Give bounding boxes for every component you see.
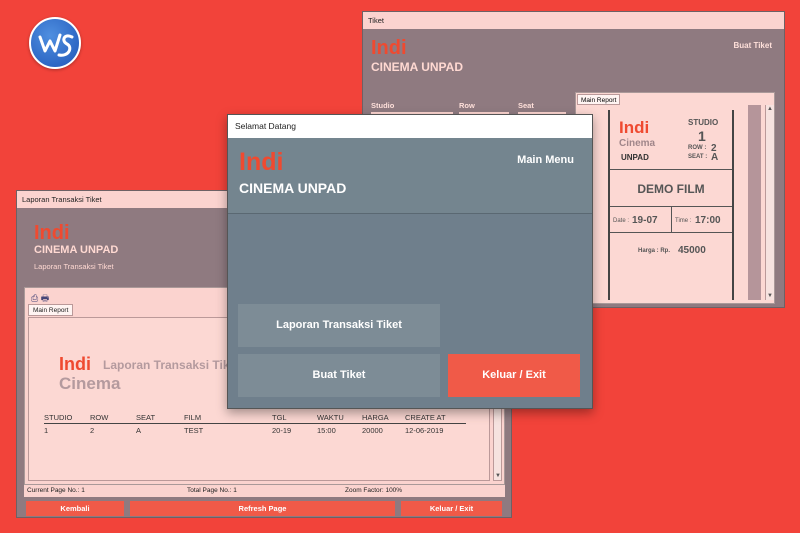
ticket-side-margin xyxy=(748,105,761,300)
ticket-divider xyxy=(610,232,732,233)
export-icon[interactable]: ⎙ xyxy=(31,293,38,303)
ticket-price-label: Harga : Rp. xyxy=(638,248,671,254)
tiket-titlebar: Tiket xyxy=(363,12,784,29)
current-page: Current Page No.: 1 xyxy=(27,487,85,494)
main-menu-label: Main Menu xyxy=(517,154,574,166)
exit-button[interactable]: Keluar / Exit xyxy=(448,354,580,397)
cell: TEST xyxy=(184,426,204,435)
buat-tiket-label: Buat Tiket xyxy=(733,41,772,50)
ticket-divider xyxy=(610,169,732,170)
ticket-studio-label: STUDIO xyxy=(688,118,719,127)
tiket-subtitle: CINEMA UNPAD xyxy=(371,60,463,74)
print-icon[interactable]: 🖶 xyxy=(41,293,50,303)
col-film: FILM xyxy=(184,413,202,422)
col-waktu: WAKTU xyxy=(317,413,344,422)
scroll-down-icon[interactable]: ▼ xyxy=(767,293,773,299)
ticket-time: 17:00 xyxy=(695,215,721,226)
cell: A xyxy=(136,426,142,435)
report-title: Laporan Transaksi Tiket xyxy=(103,358,241,372)
main-header: Indi CINEMA UNPAD Main Menu xyxy=(228,138,592,214)
tiket-brand: Indi xyxy=(371,37,407,59)
table-row: 1 2 A TEST 20-19 15:00 20000 12-06-2019 xyxy=(44,424,466,437)
ticket-time-label: Time : xyxy=(675,218,692,224)
seat-label: Seat xyxy=(518,101,534,110)
col-tgl: TGL xyxy=(272,413,287,422)
buat-tiket-button[interactable]: Buat Tiket xyxy=(238,354,440,397)
total-page: Total Page No.: 1 xyxy=(187,487,237,494)
main-brand: Indi xyxy=(239,148,284,176)
report-table: STUDIO ROW SEAT FILM TGL WAKTU HARGA CRE… xyxy=(44,411,466,437)
col-row: ROW xyxy=(90,413,109,422)
ticket-date-label: Date : xyxy=(613,218,630,224)
table-header: STUDIO ROW SEAT FILM TGL WAKTU HARGA CRE… xyxy=(44,411,466,424)
cell: 15:00 xyxy=(317,426,336,435)
col-harga: HARGA xyxy=(362,413,389,422)
ticket-seat: A xyxy=(711,152,719,163)
main-titlebar: Selamat Datang xyxy=(228,115,592,138)
ticket-viewer: Main Report Indi Cinema UNPAD STUDIO 1 R… xyxy=(575,92,775,304)
cell: 12-06-2019 xyxy=(405,426,444,435)
cell: 1 xyxy=(44,426,49,435)
kembali-button[interactable]: Kembali xyxy=(26,501,124,516)
ticket-cinema: Cinema xyxy=(619,138,656,149)
ticket-seat-label: SEAT : xyxy=(688,154,708,160)
ticket-row-label: ROW : xyxy=(688,145,707,151)
zoom-factor: Zoom Factor: 100% xyxy=(345,487,403,494)
tab-main-report[interactable]: Main Report xyxy=(28,304,74,316)
main-subtitle: CINEMA UNPAD xyxy=(239,180,347,196)
ticket-scrollbar[interactable]: ▲ ▼ xyxy=(765,105,774,300)
tiket-header: Indi CINEMA UNPAD Buat Tiket xyxy=(363,29,784,89)
cell: 2 xyxy=(90,426,95,435)
main-menu-window: Selamat Datang Indi CINEMA UNPAD Main Me… xyxy=(227,114,593,409)
ticket-unpad: UNPAD xyxy=(621,153,649,162)
laporan-brand: Indi xyxy=(34,222,70,244)
ticket-film: DEMO FILM xyxy=(637,182,705,196)
ticket-price: 45000 xyxy=(678,245,706,256)
col-studio: STUDIO xyxy=(44,413,73,422)
report-cinema: Cinema xyxy=(59,374,121,393)
cell: 20-19 xyxy=(272,426,292,435)
ticket-date: 19-07 xyxy=(632,215,658,226)
scroll-up-icon[interactable]: ▲ xyxy=(767,106,773,112)
ticket-preview: Indi Cinema UNPAD STUDIO 1 ROW : 2 SEAT … xyxy=(608,110,734,300)
col-create-at: CREATE AT xyxy=(405,413,446,422)
report-statusbar: Current Page No.: 1 Total Page No.: 1 Zo… xyxy=(24,485,505,497)
laporan-exit-button[interactable]: Keluar / Exit xyxy=(401,501,502,516)
refresh-page-button[interactable]: Refresh Page xyxy=(130,501,395,516)
laporan-subtitle: CINEMA UNPAD xyxy=(34,244,119,256)
cell: 20000 xyxy=(362,426,383,435)
scroll-down-icon[interactable]: ▼ xyxy=(495,473,501,479)
row-label: Row xyxy=(459,101,475,110)
ticket-studio: 1 xyxy=(698,128,706,144)
report-brand: Indi xyxy=(59,354,91,374)
ws-logo xyxy=(29,17,81,69)
laporan-transaksi-button[interactable]: Laporan Transaksi Tiket xyxy=(238,304,440,347)
studio-label: Studio xyxy=(371,101,395,110)
laporan-caption: Laporan Transaksi Tiket xyxy=(34,262,114,271)
tab-main-report[interactable]: Main Report xyxy=(577,94,621,105)
ticket-brand: Indi xyxy=(619,118,650,137)
ticket-divider xyxy=(671,206,672,232)
col-seat: SEAT xyxy=(136,413,156,422)
